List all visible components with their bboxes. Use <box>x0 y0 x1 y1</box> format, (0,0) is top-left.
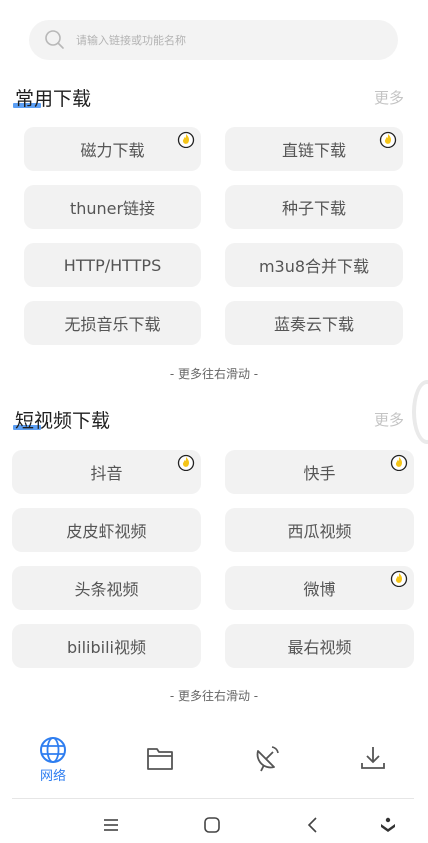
more-link-common-download[interactable]: 更多 <box>374 87 404 108</box>
download-icon <box>361 747 385 769</box>
section-title-common-download: 常用下载 <box>13 88 92 110</box>
swipe-hint: - 更多往右滑动 - <box>169 689 259 703</box>
home-icon[interactable] <box>203 816 221 838</box>
toutiao-video-button[interactable]: 头条视频 <box>12 566 201 610</box>
xigua-video-button[interactable]: 西瓜视频 <box>225 508 414 552</box>
bottom-tab-bar: 网络 <box>0 735 428 795</box>
pipixia-video-button[interactable]: 皮皮虾视频 <box>12 508 201 552</box>
hot-badge-icon <box>177 454 195 471</box>
douyin-button[interactable]: 抖音 <box>12 450 201 494</box>
globe-icon <box>40 737 66 763</box>
lossless-music-download-button[interactable]: 无损音乐下载 <box>24 301 201 345</box>
torrent-download-button[interactable]: 种子下载 <box>225 185 403 229</box>
weibo-button[interactable]: 微博 <box>225 566 414 610</box>
back-icon[interactable] <box>304 816 322 838</box>
recents-icon[interactable] <box>102 816 120 838</box>
tab-network-label: 网络 <box>39 769 66 784</box>
folder-icon <box>147 748 173 770</box>
swipe-hint: - 更多往右滑动 - <box>169 367 259 381</box>
kuaishou-button[interactable]: 快手 <box>225 450 414 494</box>
tab-files[interactable] <box>138 743 182 793</box>
section-title-short-video: 短视频下载 <box>13 410 111 432</box>
tab-remote[interactable] <box>245 743 289 793</box>
lanzou-cloud-download-button[interactable]: 蓝奏云下载 <box>225 301 403 345</box>
zuiyou-video-button[interactable]: 最右视频 <box>225 624 414 668</box>
http-https-button[interactable]: HTTP/HTTPS <box>24 243 201 287</box>
floating-edge-handle[interactable] <box>412 380 428 444</box>
nav-divider <box>12 798 414 799</box>
magnet-download-button[interactable]: 磁力下载 <box>24 127 201 171</box>
system-navigation-bar <box>0 810 428 840</box>
assistant-icon[interactable] <box>379 816 397 838</box>
more-link-short-video[interactable]: 更多 <box>374 409 404 430</box>
tab-network[interactable]: 网络 <box>31 735 75 785</box>
direct-link-download-button[interactable]: 直链下载 <box>225 127 403 171</box>
hot-badge-icon <box>390 454 408 471</box>
hot-badge-icon <box>379 131 397 148</box>
search-input[interactable] <box>74 32 358 48</box>
hot-badge-icon <box>177 131 195 148</box>
satellite-dish-icon <box>256 746 279 772</box>
search-icon <box>45 30 64 49</box>
tab-downloads[interactable] <box>351 743 395 793</box>
hot-badge-icon <box>390 570 408 587</box>
bilibili-video-button[interactable]: bilibili视频 <box>12 624 201 668</box>
thunder-link-button[interactable]: thuner链接 <box>24 185 201 229</box>
m3u8-merge-download-button[interactable]: m3u8合并下载 <box>225 243 403 287</box>
search-bar[interactable] <box>29 20 398 60</box>
